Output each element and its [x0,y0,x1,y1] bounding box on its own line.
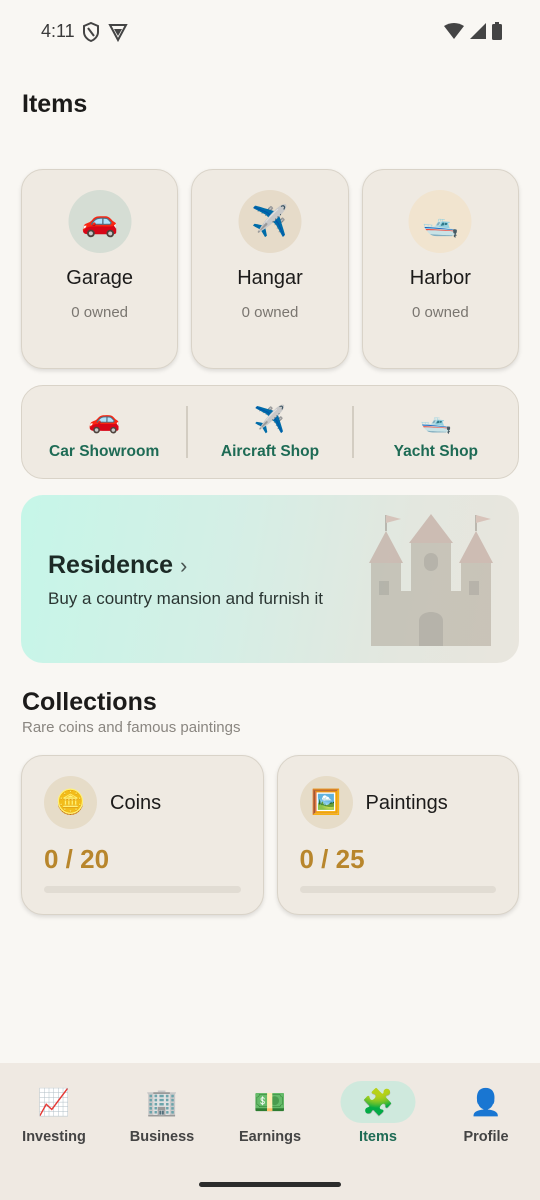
garage-row: 🚗 Garage 0 owned ✈️ Hangar 0 owned 🛥️ Ha… [21,169,519,369]
nav-label: Items [359,1129,397,1145]
bottom-nav: 📈 Investing 🏢 Business 💵 Earnings 🧩 Item… [0,1063,540,1200]
nav-label: Business [129,1129,195,1145]
coin-icon: 🪙 [44,776,97,829]
residence-banner[interactable]: Residence › Buy a country mansion and fu… [21,495,519,663]
castle-icon [369,514,493,646]
hangar-card-name: Hangar [237,267,303,289]
paintings-card[interactable]: 🖼️ Paintings 0 / 25 [276,755,519,915]
collections-row: 🪙 Coins 0 / 20 🖼️ Paintings 0 / 25 [21,755,519,915]
airplane-icon: ✈️ [253,404,287,434]
nav-items[interactable]: 🧩 Items [324,1063,432,1200]
residence-title: Residence › [48,551,187,580]
shop-bar: 🚗 Car Showroom ✈️ Aircraft Shop 🛥️ Yacht… [21,385,519,479]
nav-investing[interactable]: 📈 Investing [0,1063,108,1200]
car-icon: 🚗 [68,190,132,253]
harbor-card-owned: 0 owned [411,304,469,321]
nav-profile[interactable]: 👤 Profile [432,1063,540,1200]
chevron-right-icon: › [180,553,188,578]
paintings-card-progress: 0 / 25 [299,844,365,874]
nav-earnings[interactable]: 💵 Earnings [216,1063,324,1200]
wifi-icon [444,23,464,44]
airplane-icon: ✈️ [238,190,302,253]
puzzle-icon: 🧩 [340,1081,416,1123]
home-indicator[interactable] [199,1182,341,1187]
nav-label: Investing [22,1129,86,1145]
nav-label: Profile [463,1129,509,1145]
building-icon: 🏢 [145,1086,179,1117]
residence-title-text: Residence [48,551,174,579]
collections-title: Collections [22,688,157,716]
coins-progress-bar [44,886,241,893]
nav-label: Earnings [238,1129,302,1145]
painting-icon: 🖼️ [299,776,353,829]
shop-label: Aircraft Shop [220,443,320,460]
shield-icon [82,21,100,47]
garage-card-name: Garage [66,267,134,289]
harbor-card-name: Harbor [409,267,471,289]
shop-label: Yacht Shop [393,443,479,460]
signal-icon [470,23,486,44]
paintings-card-name: Paintings [365,792,448,814]
battery-icon [492,22,502,45]
collections-subtitle: Rare coins and famous paintings [22,719,241,736]
coins-card-name: Coins [110,792,162,814]
nav-business[interactable]: 🏢 Business [108,1063,216,1200]
coins-card[interactable]: 🪙 Coins 0 / 20 [21,755,264,915]
shop-label: Car Showroom [49,443,160,460]
shop-aircraft-shop[interactable]: ✈️ Aircraft Shop [188,386,352,478]
money-icon: 💵 [253,1086,287,1117]
hangar-card[interactable]: ✈️ Hangar 0 owned [191,169,349,369]
shop-car-showroom[interactable]: 🚗 Car Showroom [22,386,186,478]
status-bar: 4:11 [0,0,540,64]
coins-card-progress: 0 / 20 [44,844,110,874]
page-title: Items [22,90,88,118]
car-icon: 🚗 [87,404,121,434]
profile-icon: 👤 [469,1086,503,1117]
shop-yacht-shop[interactable]: 🛥️ Yacht Shop [354,386,518,478]
harbor-card[interactable]: 🛥️ Harbor 0 owned [361,169,519,369]
garage-card-owned: 0 owned [71,304,129,321]
yacht-icon: 🛥️ [419,404,452,434]
paintings-progress-bar [299,886,496,893]
residence-subtitle: Buy a country mansion and furnish it [48,589,323,608]
vpn-icon [108,22,128,47]
hangar-card-owned: 0 owned [241,304,299,321]
status-time: 4:11 [41,21,75,41]
chart-icon: 📈 [37,1086,71,1117]
garage-card[interactable]: 🚗 Garage 0 owned [21,169,179,369]
yacht-icon: 🛥️ [408,190,472,253]
